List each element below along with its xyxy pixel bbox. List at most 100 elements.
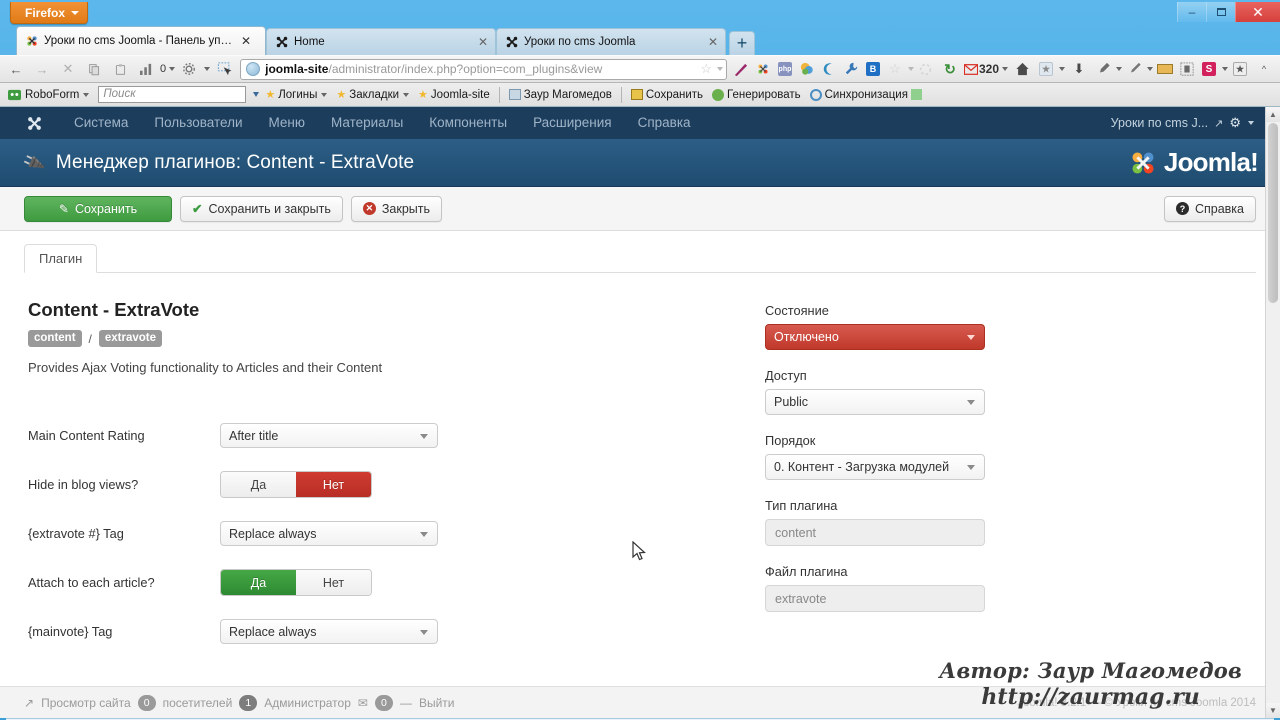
tab-close-icon[interactable]: ✕ xyxy=(477,35,489,49)
chevron-down-icon[interactable] xyxy=(403,92,410,97)
tab-plugin[interactable]: Плагин xyxy=(24,244,98,273)
roboform-save-button[interactable]: Сохранить xyxy=(628,89,706,101)
b-addon-icon[interactable]: B xyxy=(863,59,883,79)
preview-site-link[interactable]: Просмотр сайта xyxy=(41,696,131,710)
firefox-menu-button[interactable]: Firefox xyxy=(10,2,89,24)
skype-addon-icon[interactable]: S xyxy=(1199,59,1219,79)
browser-tab-0[interactable]: Уроки по cms Joomla - Панель упра... ✕ xyxy=(16,26,266,55)
site-link-label[interactable]: Уроки по cms J... xyxy=(1111,116,1208,130)
php-addon-icon[interactable]: php xyxy=(775,59,795,79)
scroll-up-arrow[interactable]: ▲ xyxy=(1266,107,1280,122)
scroll-down-arrow[interactable]: ▼ xyxy=(1266,703,1280,718)
tab-close-icon[interactable]: ✕ xyxy=(707,35,719,49)
flag-addon-icon[interactable] xyxy=(731,59,751,79)
toggle-yes[interactable]: Да xyxy=(221,570,296,595)
logout-link[interactable]: Выйти xyxy=(419,696,455,710)
roboform-sync-button[interactable]: Синхронизация xyxy=(807,88,925,101)
status-select[interactable]: Отключено xyxy=(765,324,985,350)
mail-addon-icon[interactable]: 320 xyxy=(963,59,999,79)
bookmark-addon-icon[interactable]: ★ xyxy=(1230,59,1250,79)
evernote-addon-icon[interactable] xyxy=(1177,59,1197,79)
close-button[interactable]: ✕ Закрыть xyxy=(350,195,443,222)
chevron-down-icon[interactable] xyxy=(907,67,914,71)
chevron-down-icon[interactable] xyxy=(1248,121,1254,125)
tab-close-icon[interactable]: ✕ xyxy=(240,34,252,48)
chevron-down-icon[interactable] xyxy=(253,92,260,97)
ruler-addon-icon[interactable] xyxy=(1155,59,1175,79)
colors-addon-icon[interactable] xyxy=(797,59,817,79)
bookmark-logins[interactable]: ★ Логины xyxy=(262,88,330,101)
chevron-down-icon[interactable] xyxy=(169,67,176,71)
forward-button[interactable]: → xyxy=(30,58,54,80)
magnify-addon-icon[interactable] xyxy=(1093,59,1113,79)
paste-button[interactable] xyxy=(108,58,132,80)
admin-menu-help[interactable]: Справка xyxy=(625,107,704,139)
dropper-addon-icon[interactable] xyxy=(1124,59,1144,79)
admin-menu-extensions[interactable]: Расширения xyxy=(520,107,625,139)
field-plugin-file: Файл плагина extravote xyxy=(765,564,1256,612)
chevron-down-icon[interactable] xyxy=(1222,67,1228,71)
joomla-addon-icon[interactable] xyxy=(753,59,773,79)
star-addon-icon[interactable]: ☆ xyxy=(885,59,905,79)
settings-button[interactable] xyxy=(177,58,201,80)
admin-menu-system[interactable]: Система xyxy=(61,107,141,139)
bookmark-favorites[interactable]: ★ Закладки xyxy=(333,88,412,101)
scrollbar-thumb[interactable] xyxy=(1268,123,1278,303)
back-button[interactable]: ← xyxy=(4,58,28,80)
roboform-search-input[interactable]: Поиск xyxy=(98,86,247,103)
admin-menu-content[interactable]: Материалы xyxy=(318,107,416,139)
extravote-tag-select[interactable]: Replace always xyxy=(220,521,438,546)
ordering-select[interactable]: 0. Контент - Загрузка модулей xyxy=(765,454,985,480)
home-button[interactable] xyxy=(1010,58,1034,80)
chevron-down-icon[interactable] xyxy=(716,67,723,71)
copy-button[interactable] xyxy=(82,58,106,80)
chevron-down-icon[interactable] xyxy=(204,67,211,71)
chevron-down-icon[interactable] xyxy=(1116,67,1122,71)
bookmark-star-icon[interactable]: ☆ xyxy=(696,61,716,77)
chevron-down-icon[interactable] xyxy=(321,92,328,97)
roboform-button[interactable]: RoboForm xyxy=(4,88,92,101)
toolbar-overflow-button[interactable]: ^ xyxy=(1252,58,1276,80)
chevron-down-icon[interactable] xyxy=(83,92,90,97)
save-button[interactable]: ✎ Сохранить xyxy=(24,195,172,222)
gear-icon[interactable]: ⚙ xyxy=(1229,115,1241,131)
roboform-generate-button[interactable]: Генерировать xyxy=(709,88,804,101)
admin-menu-menus[interactable]: Меню xyxy=(256,107,319,139)
minimize-button[interactable]: – xyxy=(1177,2,1206,22)
url-bar[interactable]: joomla-site/administrator/index.php?opti… xyxy=(240,58,727,80)
stop-button[interactable]: ✕ xyxy=(56,58,80,80)
chevron-down-icon[interactable] xyxy=(1147,67,1153,71)
help-button[interactable]: ? Справка xyxy=(1163,195,1256,222)
toggle-yes[interactable]: Да xyxy=(221,472,296,497)
select-element-button[interactable] xyxy=(212,58,236,80)
moon-addon-icon[interactable] xyxy=(819,59,839,79)
reload-button[interactable]: ↻ xyxy=(938,58,962,80)
chevron-down-icon[interactable] xyxy=(1059,67,1065,71)
main-content-rating-select[interactable]: After title xyxy=(220,423,438,448)
access-select[interactable]: Public xyxy=(765,389,985,415)
external-link-icon[interactable]: ↗ xyxy=(1214,117,1223,130)
admin-menu-users[interactable]: Пользователи xyxy=(141,107,255,139)
new-tab-button[interactable]: + xyxy=(729,31,755,55)
bookmark-zaur[interactable]: Заур Магомедов xyxy=(506,89,615,101)
favorites-addon-icon[interactable]: ★ xyxy=(1036,59,1056,79)
page-scrollbar[interactable]: ▲ ▼ xyxy=(1265,107,1280,718)
field-label: Attach to each article? xyxy=(28,575,155,590)
chevron-down-icon[interactable] xyxy=(1002,67,1008,71)
bookmark-joomla-site[interactable]: ★ Joomla-site xyxy=(415,88,493,102)
mainvote-tag-select[interactable]: Replace always xyxy=(220,619,438,644)
toggle-no[interactable]: Нет xyxy=(296,570,371,595)
save-and-close-button[interactable]: ✔ Сохранить и закрыть xyxy=(180,195,343,222)
wrench-addon-icon[interactable] xyxy=(841,59,861,79)
stats-button[interactable] xyxy=(134,58,158,80)
admin-menu-components[interactable]: Компоненты xyxy=(416,107,520,139)
browser-tab-2[interactable]: Уроки по cms Joomla ✕ xyxy=(496,28,726,55)
browser-tab-1[interactable]: Home ✕ xyxy=(266,28,496,55)
hide-in-blog-views-toggle[interactable]: Да Нет xyxy=(220,471,372,498)
maximize-button[interactable] xyxy=(1206,2,1235,22)
toggle-no[interactable]: Нет xyxy=(296,472,371,497)
close-window-button[interactable]: ✕ xyxy=(1235,2,1280,22)
attach-to-each-article-toggle[interactable]: Да Нет xyxy=(220,569,372,596)
select-value: 0. Контент - Загрузка модулей xyxy=(774,460,950,474)
download-button[interactable]: ⬇ xyxy=(1067,58,1091,80)
